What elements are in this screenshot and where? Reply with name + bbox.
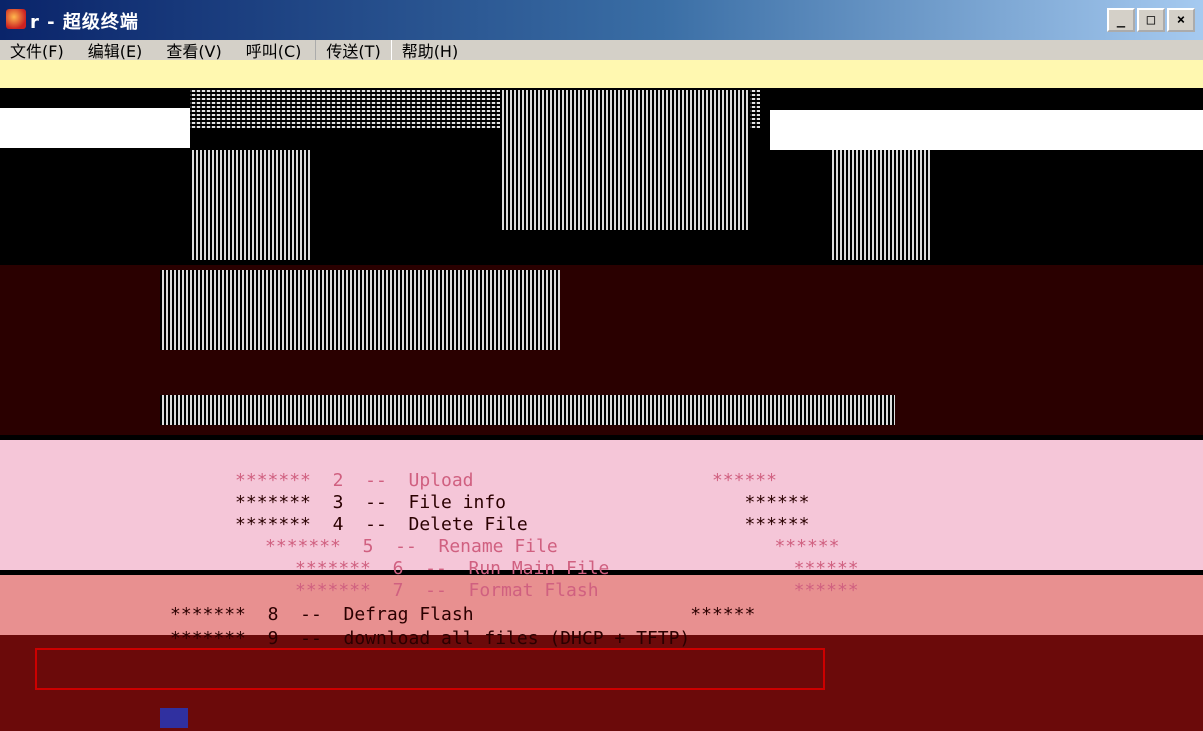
minimize-button[interactable]: _ [1107, 8, 1135, 32]
glitch-band [190, 150, 310, 260]
glitch-band [0, 60, 1203, 88]
terminal-area[interactable]: ******* 2 -- Upload ****** ******* 3 -- … [0, 60, 1203, 731]
menu-view[interactable]: 查看(V) [156, 40, 235, 60]
menu-edit[interactable]: 编辑(E) [78, 40, 157, 60]
window-title: r - 超级终端 [30, 12, 139, 33]
menu-help[interactable]: 帮助(H) [392, 40, 473, 60]
glitch-band [500, 90, 750, 230]
menu-file[interactable]: 文件(F) [0, 40, 78, 60]
glitch-band [160, 395, 895, 425]
terminal-window: r - 超级终端 _ □ × 文件(F) 编辑(E) 查看(V) 呼叫(C) 传… [0, 0, 1203, 731]
menu-transfer[interactable]: 传送(T) [315, 40, 392, 60]
menu-bar: 文件(F) 编辑(E) 查看(V) 呼叫(C) 传送(T) 帮助(H) [0, 40, 1203, 60]
glitch-band [830, 150, 930, 260]
glitch-band [770, 110, 1203, 150]
maximize-button[interactable]: □ [1137, 8, 1165, 32]
glitch-frame [35, 648, 825, 690]
app-icon [6, 9, 26, 29]
glitch-band [160, 270, 560, 350]
glitch-band [0, 108, 190, 148]
title-bar[interactable]: r - 超级终端 _ □ × [0, 0, 1203, 40]
close-button[interactable]: × [1167, 8, 1195, 32]
terminal-cursor [160, 708, 188, 728]
window-controls: _ □ × [1107, 8, 1195, 32]
menu-call[interactable]: 呼叫(C) [236, 40, 316, 60]
